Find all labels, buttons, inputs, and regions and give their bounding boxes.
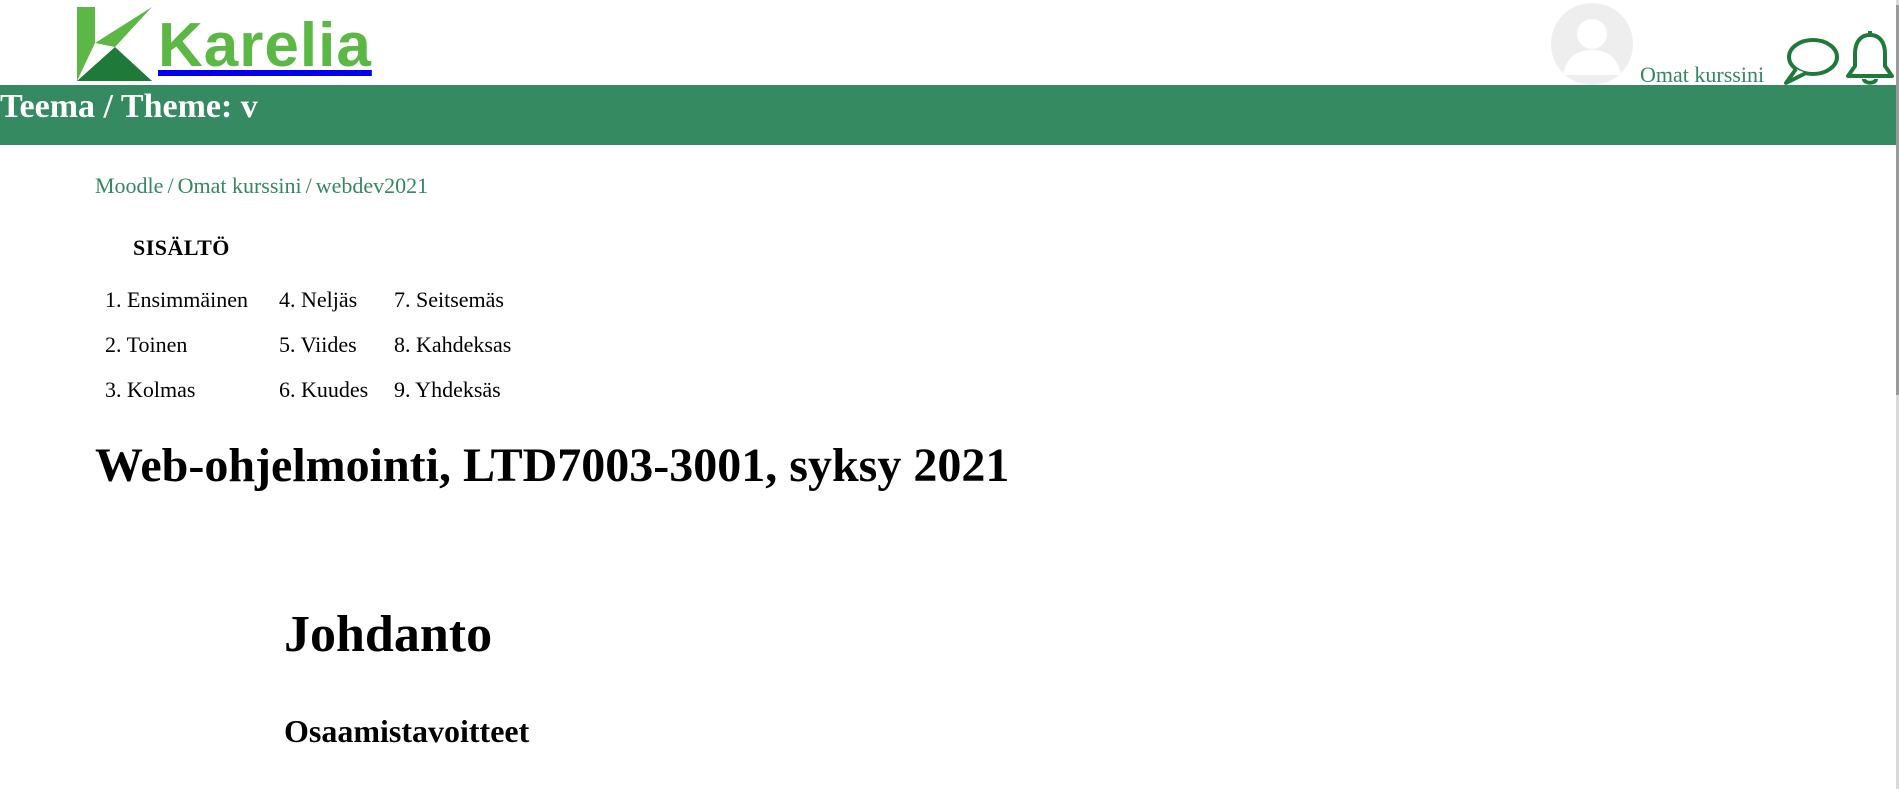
- top-header: Karelia Omat kurssini: [0, 0, 1899, 88]
- breadcrumb-separator: /: [305, 173, 312, 198]
- breadcrumb-item-course[interactable]: webdev2021: [316, 173, 428, 198]
- toc-item-5[interactable]: 5. Viides: [279, 322, 368, 367]
- toc-item-2[interactable]: 2. Toinen: [105, 322, 248, 367]
- theme-banner: Teema / Theme: v: [0, 85, 1896, 145]
- avatar-icon: [1551, 3, 1633, 85]
- user-avatar[interactable]: [1551, 3, 1633, 85]
- toc-title: SISÄLTÖ: [133, 235, 230, 260]
- toc-item-4[interactable]: 4. Neljäs: [279, 277, 368, 322]
- breadcrumb-item-moodle[interactable]: Moodle: [95, 173, 163, 198]
- course-title: Web-ohjelmointi, LTD7003-3001, syksy 202…: [95, 439, 1010, 492]
- karelia-wordmark: Karelia: [158, 11, 372, 80]
- breadcrumb-separator: /: [167, 173, 174, 198]
- karelia-logo-mark: [77, 7, 152, 81]
- toc-column-3: 7. Seitsemäs 8. Kahdeksas 9. Yhdeksäs: [394, 277, 511, 412]
- section-title: Johdanto: [284, 606, 493, 663]
- message-icon[interactable]: [1780, 36, 1840, 86]
- toc-column-2: 4. Neljäs 5. Viides 6. Kuudes: [279, 277, 368, 412]
- toc-item-9[interactable]: 9. Yhdeksäs: [394, 367, 511, 412]
- bell-icon[interactable]: [1843, 30, 1897, 88]
- theme-title: Teema / Theme: v: [0, 88, 258, 125]
- breadcrumb-item-my-courses[interactable]: Omat kurssini: [178, 173, 302, 198]
- toc-item-1[interactable]: 1. Ensimmäinen: [105, 277, 248, 322]
- toc-item-6[interactable]: 6. Kuudes: [279, 367, 368, 412]
- breadcrumb: Moodle / Omat kurssini / webdev2021: [95, 173, 428, 199]
- page: Karelia Omat kurssini Teema / Theme: v M…: [0, 0, 1899, 789]
- toc-item-8[interactable]: 8. Kahdeksas: [394, 322, 511, 367]
- toc-item-7[interactable]: 7. Seitsemäs: [394, 277, 511, 322]
- toc-item-3[interactable]: 3. Kolmas: [105, 367, 248, 412]
- karelia-logo[interactable]: Karelia: [77, 7, 372, 81]
- section-subtitle: Osaamistavoitteet: [284, 713, 530, 749]
- toc-column-1: 1. Ensimmäinen 2. Toinen 3. Kolmas: [105, 277, 248, 412]
